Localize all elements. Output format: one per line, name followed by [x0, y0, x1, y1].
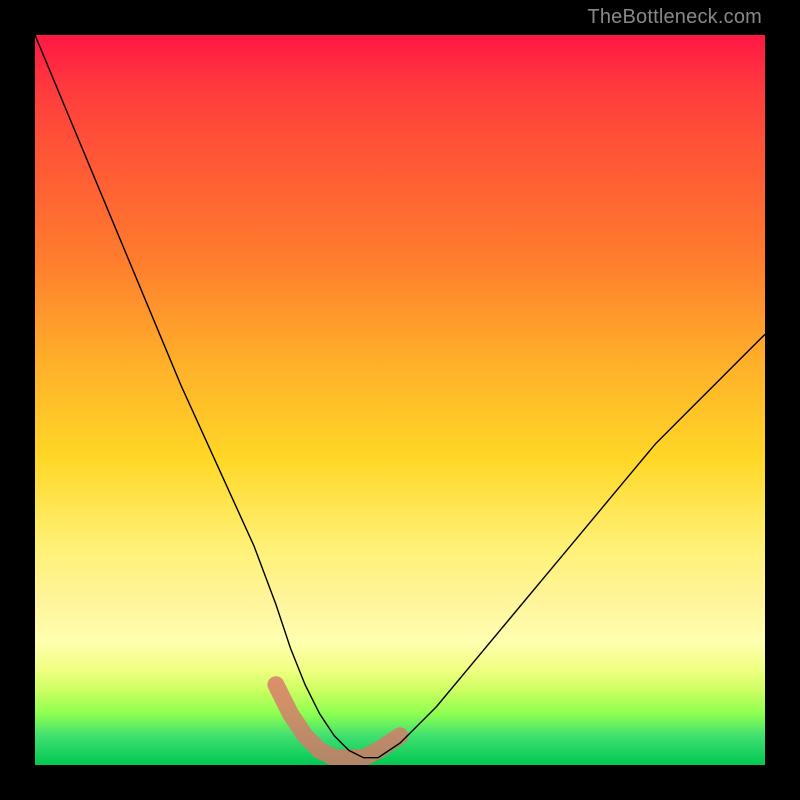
- chart-plot-area: [35, 35, 765, 765]
- watermark: TheBottleneck.com: [587, 6, 762, 29]
- bottleneck-curve: [35, 35, 765, 758]
- chart-svg: [35, 35, 765, 765]
- optimal-band-marker: [276, 685, 400, 758]
- chart-frame: TheBottleneck.com: [0, 0, 800, 800]
